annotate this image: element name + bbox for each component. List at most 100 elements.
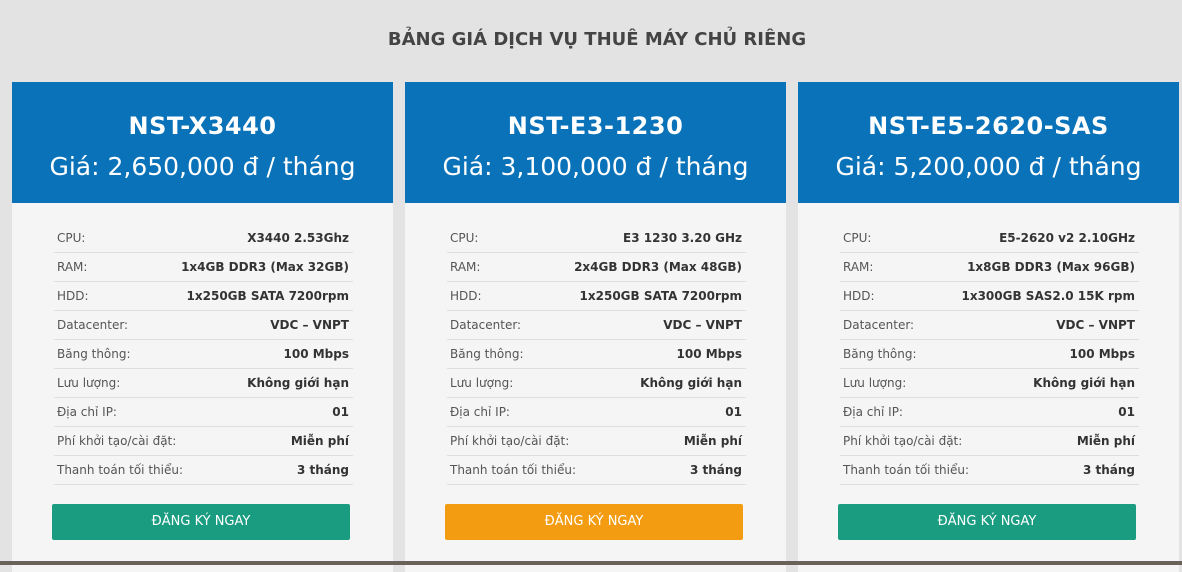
spec-row-min-payment: Thanh toán tối thiểu: 3 tháng: [447, 456, 746, 485]
spec-label: CPU:: [843, 231, 872, 245]
spec-value: Miễn phí: [1076, 434, 1135, 448]
spec-value: 3 tháng: [1082, 463, 1135, 477]
spec-value: E3 1230 3.20 GHz: [623, 231, 742, 245]
signup-button[interactable]: ĐĂNG KÝ NGAY: [445, 504, 743, 540]
spec-value: 1x8GB DDR3 (Max 96GB): [967, 260, 1135, 274]
spec-value: Miễn phí: [683, 434, 742, 448]
spec-value: 100 Mbps: [1069, 347, 1136, 361]
plan-header: NST-E5-2620-SAS Giá: 5,200,000 đ / tháng: [798, 82, 1179, 203]
spec-label: Băng thông:: [57, 347, 131, 361]
spec-label: Lưu lượng:: [57, 376, 121, 390]
spec-value: 1x250GB SATA 7200rpm: [579, 289, 742, 303]
spec-value: 100 Mbps: [676, 347, 743, 361]
spec-label: Băng thông:: [843, 347, 917, 361]
spec-row-cpu: CPU: X3440 2.53Ghz: [54, 224, 353, 253]
spec-label: RAM:: [843, 260, 874, 274]
spec-label: Thanh toán tối thiểu:: [450, 463, 577, 477]
plan-name: NST-E3-1230: [507, 112, 684, 140]
spec-value: VDC – VNPT: [1056, 318, 1135, 332]
spec-value: 3 tháng: [689, 463, 742, 477]
plan-header: NST-X3440 Giá: 2,650,000 đ / tháng: [12, 82, 393, 203]
spec-row-bandwidth: Băng thông: 100 Mbps: [447, 340, 746, 369]
spec-value: E5-2620 v2 2.10GHz: [999, 231, 1135, 245]
spec-label: Địa chỉ IP:: [57, 405, 117, 419]
spec-row-datacenter: Datacenter: VDC – VNPT: [840, 311, 1139, 340]
plan-card-nst-e3-1230: NST-E3-1230 Giá: 3,100,000 đ / tháng CPU…: [405, 82, 786, 572]
signup-button[interactable]: ĐĂNG KÝ NGAY: [838, 504, 1136, 540]
plan-price: Giá: 2,650,000 đ / tháng: [49, 152, 356, 181]
plan-price: Giá: 5,200,000 đ / tháng: [835, 152, 1142, 181]
spec-value: 01: [725, 405, 742, 419]
spec-label: HDD:: [450, 289, 482, 303]
spec-row-min-payment: Thanh toán tối thiểu: 3 tháng: [54, 456, 353, 485]
bottom-strip: [0, 561, 1182, 565]
spec-value: VDC – VNPT: [663, 318, 742, 332]
spec-row-ip: Địa chỉ IP: 01: [447, 398, 746, 427]
spec-label: CPU:: [57, 231, 86, 245]
spec-label: Lưu lượng:: [450, 376, 514, 390]
spec-label: RAM:: [450, 260, 481, 274]
spec-label: Phí khởi tạo/cài đặt:: [843, 434, 963, 448]
spec-row-ip: Địa chỉ IP: 01: [840, 398, 1139, 427]
plan-price: Giá: 3,100,000 đ / tháng: [442, 152, 749, 181]
spec-row-hdd: HDD: 1x250GB SATA 7200rpm: [54, 282, 353, 311]
spec-list: CPU: X3440 2.53Ghz RAM: 1x4GB DDR3 (Max 32…: [54, 224, 353, 485]
spec-label: CPU:: [450, 231, 479, 245]
spec-list: CPU: E5-2620 v2 2.10GHz RAM: 1x8GB DDR3 (M…: [840, 224, 1139, 485]
spec-label: Datacenter:: [57, 318, 129, 332]
spec-row-datacenter: Datacenter: VDC – VNPT: [54, 311, 353, 340]
spec-label: Lưu lượng:: [843, 376, 907, 390]
spec-label: RAM:: [57, 260, 88, 274]
spec-row-ram: RAM: 2x4GB DDR3 (Max 48GB): [447, 253, 746, 282]
spec-value: 01: [332, 405, 349, 419]
spec-value: 1x4GB DDR3 (Max 32GB): [181, 260, 349, 274]
spec-value: 3 tháng: [296, 463, 349, 477]
spec-label: Địa chỉ IP:: [843, 405, 903, 419]
spec-list: CPU: E3 1230 3.20 GHz RAM: 2x4GB DDR3 (Max…: [447, 224, 746, 485]
signup-button[interactable]: ĐĂNG KÝ NGAY: [52, 504, 350, 540]
plan-name: NST-X3440: [128, 112, 277, 140]
spec-value: 01: [1118, 405, 1135, 419]
spec-label: Phí khởi tạo/cài đặt:: [450, 434, 570, 448]
plan-header: NST-E3-1230 Giá: 3,100,000 đ / tháng: [405, 82, 786, 203]
spec-value: Không giới hạn: [247, 376, 349, 390]
spec-row-bandwidth: Băng thông: 100 Mbps: [54, 340, 353, 369]
spec-label: Datacenter:: [843, 318, 915, 332]
spec-label: Thanh toán tối thiểu:: [57, 463, 184, 477]
spec-row-setup-fee: Phí khởi tạo/cài đặt: Miễn phí: [840, 427, 1139, 456]
spec-value: Không giới hạn: [640, 376, 742, 390]
spec-row-traffic: Lưu lượng: Không giới hạn: [447, 369, 746, 398]
spec-label: Thanh toán tối thiểu:: [843, 463, 970, 477]
spec-label: Datacenter:: [450, 318, 522, 332]
spec-label: Phí khởi tạo/cài đặt:: [57, 434, 177, 448]
spec-value: Không giới hạn: [1033, 376, 1135, 390]
spec-row-setup-fee: Phí khởi tạo/cài đặt: Miễn phí: [54, 427, 353, 456]
page-title: BẢNG GIÁ DỊCH VỤ THUÊ MÁY CHỦ RIÊNG: [387, 29, 807, 50]
spec-value: Miễn phí: [290, 434, 349, 448]
spec-row-cpu: CPU: E3 1230 3.20 GHz: [447, 224, 746, 253]
spec-value: 100 Mbps: [283, 347, 350, 361]
spec-row-hdd: HDD: 1x250GB SATA 7200rpm: [447, 282, 746, 311]
spec-row-ram: RAM: 1x4GB DDR3 (Max 32GB): [54, 253, 353, 282]
spec-label: Băng thông:: [450, 347, 524, 361]
spec-row-traffic: Lưu lượng: Không giới hạn: [54, 369, 353, 398]
spec-row-cpu: CPU: E5-2620 v2 2.10GHz: [840, 224, 1139, 253]
spec-value: VDC – VNPT: [270, 318, 349, 332]
spec-row-datacenter: Datacenter: VDC – VNPT: [447, 311, 746, 340]
spec-label: HDD:: [57, 289, 89, 303]
spec-row-traffic: Lưu lượng: Không giới hạn: [840, 369, 1139, 398]
spec-value: X3440 2.53Ghz: [247, 231, 349, 245]
spec-value: 1x300GB SAS2.0 15K rpm: [961, 289, 1135, 303]
spec-value: 2x4GB DDR3 (Max 48GB): [574, 260, 742, 274]
spec-label: Địa chỉ IP:: [450, 405, 510, 419]
plan-name: NST-E5-2620-SAS: [868, 112, 1109, 140]
spec-label: HDD:: [843, 289, 875, 303]
plan-card-nst-x3440: NST-X3440 Giá: 2,650,000 đ / tháng CPU: X…: [12, 82, 393, 572]
spec-value: 1x250GB SATA 7200rpm: [186, 289, 349, 303]
spec-row-hdd: HDD: 1x300GB SAS2.0 15K rpm: [840, 282, 1139, 311]
spec-row-ip: Địa chỉ IP: 01: [54, 398, 353, 427]
spec-row-min-payment: Thanh toán tối thiểu: 3 tháng: [840, 456, 1139, 485]
spec-row-setup-fee: Phí khởi tạo/cài đặt: Miễn phí: [447, 427, 746, 456]
spec-row-ram: RAM: 1x8GB DDR3 (Max 96GB): [840, 253, 1139, 282]
spec-row-bandwidth: Băng thông: 100 Mbps: [840, 340, 1139, 369]
